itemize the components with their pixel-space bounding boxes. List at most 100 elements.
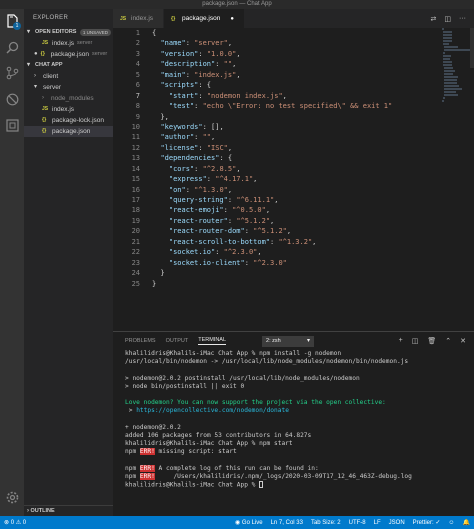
project-header[interactable]: ▾ CHAT APP [24,60,113,71]
tree-file-package-json[interactable]: {} package.json [24,126,113,137]
code-text[interactable]: "on": "^1.3.0", [152,185,232,195]
code-line[interactable]: 7 "start": "nodemon index.js", [113,91,392,101]
line-ending[interactable]: LF [374,520,381,526]
code-editor[interactable]: 1{2 "name": "server", 3 "version": "1.0.0… [113,28,474,328]
open-editor-item[interactable]: ● {} package.json server [24,49,113,60]
code-line[interactable]: 12 "license": "ISC", [113,143,392,153]
code-line[interactable]: 16 "on": "^1.3.0", [113,185,392,195]
code-text[interactable]: "react-scroll-to-bottom": "^1.3.2", [152,237,317,247]
code-line[interactable]: 17 "query-string": "^6.11.1", [113,195,392,205]
code-line[interactable]: 19 "react-router": "^5.1.2", [113,216,392,226]
extensions-icon[interactable] [4,117,20,133]
tab-size[interactable]: Tab Size: 2 [311,520,341,526]
settings-gear-icon[interactable] [4,489,20,505]
language-mode[interactable]: JSON [389,520,405,526]
code-text[interactable]: }, [152,112,168,122]
code-line[interactable]: 9 }, [113,112,392,122]
code-line[interactable]: 25} [113,279,392,289]
explorer-icon[interactable]: 1 [4,13,21,30]
code-text[interactable]: "version": "1.0.0", [152,49,240,59]
code-line[interactable]: 15 "express": "^4.17.1", [113,174,392,184]
more-actions-icon[interactable]: ··· [459,15,466,22]
json-file-icon: {} [171,15,176,22]
code-text[interactable]: "test": "echo \"Error: no test specified… [152,101,392,111]
split-terminal-icon[interactable]: ◫ [412,337,419,345]
tree-file-package-lock[interactable]: {} package-lock.json [24,115,113,126]
encoding[interactable]: UTF-8 [349,520,366,526]
minimap[interactable] [442,28,472,102]
code-text[interactable]: "socket.io": "^2.3.0", [152,247,262,257]
tree-file-index-js[interactable]: JS index.js [24,104,113,115]
debug-icon[interactable] [4,91,20,107]
trash-icon[interactable]: 🗑 [427,337,436,345]
go-live-button[interactable]: ◉ Go Live [235,519,263,526]
feedback-icon[interactable]: ☺ [448,520,454,526]
tree-folder-server[interactable]: ▾ server [24,82,113,93]
tab-package-json[interactable]: {} package.json ● [164,9,245,28]
tab-index-js[interactable]: JS index.js [113,9,165,28]
code-line[interactable]: 24 } [113,268,392,278]
code-text[interactable]: "author": "", [152,132,215,142]
code-line[interactable]: 8 "test": "echo \"Error: no test specifi… [113,101,392,111]
code-text[interactable]: "scripts": { [152,80,211,90]
code-line[interactable]: 11 "author": "", [113,132,392,142]
code-text[interactable]: "react-emoji": "^0.5.0", [152,205,270,215]
minimap-line [443,64,452,66]
code-text[interactable]: { [152,28,156,38]
close-panel-icon[interactable]: ✕ [460,337,466,345]
tab-problems[interactable]: PROBLEMS [125,338,156,344]
code-text[interactable]: } [152,279,156,289]
code-line[interactable]: 21 "react-scroll-to-bottom": "^1.3.2", [113,237,392,247]
code-text[interactable]: "main": "index.js", [152,70,240,80]
editor-scrollbar[interactable] [470,28,474,68]
unsaved-dot-icon[interactable]: ● [230,16,234,22]
code-line[interactable]: 13 "dependencies": { [113,153,392,163]
tab-terminal[interactable]: TERMINAL [198,337,227,345]
terminal-output[interactable]: khalilidris@Khalils-iMac Chat App % npm … [113,350,474,489]
code-text[interactable]: "keywords": [], [152,122,223,132]
cursor-position[interactable]: Ln 7, Col 33 [271,520,303,526]
tree-folder-node-modules[interactable]: › node_modules [24,93,113,104]
code-line[interactable]: 18 "react-emoji": "^0.5.0", [113,205,392,215]
code-line[interactable]: 10 "keywords": [], [113,122,392,132]
search-icon[interactable] [4,39,20,55]
errors-indicator[interactable]: ⊗ 0 ⚠ 0 [4,519,26,526]
add-terminal-icon[interactable]: + [399,337,403,345]
code-line[interactable]: 23 "socket.io-client": "^2.3.0" [113,258,392,268]
code-text[interactable]: "license": "ISC", [152,143,232,153]
code-text[interactable]: "dependencies": { [152,153,232,163]
prettier-status[interactable]: Prettier: ✓ [413,519,441,526]
code-line[interactable]: 1{ [113,28,392,38]
code-line[interactable]: 4 "description": "", [113,59,392,69]
terminal-shell-select[interactable]: 2: zsh [262,335,315,347]
tree-folder-client[interactable]: › client [24,71,113,82]
code-text[interactable]: "cors": "^2.8.5", [152,164,241,174]
split-editor-icon[interactable]: ◫ [444,15,451,23]
code-text[interactable]: "description": "", [152,59,236,69]
code-text[interactable]: "name": "server", [152,38,232,48]
open-editor-item[interactable]: JS index.js server [24,38,113,49]
compare-icon[interactable]: ⇄ [431,15,437,23]
maximize-panel-icon[interactable]: ⌃ [445,337,451,345]
code-text[interactable]: } [152,268,164,278]
code-text[interactable]: "react-router-dom": "^5.1.2", [152,226,291,236]
tab-output[interactable]: OUTPUT [166,338,189,344]
code-text[interactable]: "react-router": "^5.1.2", [152,216,274,226]
code-text[interactable]: "query-string": "^6.11.1", [152,195,279,205]
code-line[interactable]: 20 "react-router-dom": "^5.1.2", [113,226,392,236]
code-line[interactable]: 5 "main": "index.js", [113,70,392,80]
source-control-icon[interactable] [4,65,20,81]
code-text[interactable]: "start": "nodemon index.js", [152,91,287,101]
code-line[interactable]: 3 "version": "1.0.0", [113,49,392,59]
code-text[interactable]: "express": "^4.17.1", [152,174,258,184]
notifications-bell-icon[interactable]: 🔔 [463,519,470,526]
code-line[interactable]: 22 "socket.io": "^2.3.0", [113,247,392,257]
code-line[interactable]: 6 "scripts": { [113,80,392,90]
code-line[interactable]: 14 "cors": "^2.8.5", [113,164,392,174]
code-line[interactable]: 2 "name": "server", [113,38,392,48]
code-lines[interactable]: 1{2 "name": "server", 3 "version": "1.0.0… [113,28,393,289]
code-text[interactable]: "socket.io-client": "^2.3.0" [152,258,287,268]
open-editors-header[interactable]: ▾ OPEN EDITORS 1 UNSAVED [24,27,113,38]
outline-section-header[interactable]: › OUTLINE [24,505,113,516]
unsaved-dot-icon[interactable]: ● [34,49,38,60]
